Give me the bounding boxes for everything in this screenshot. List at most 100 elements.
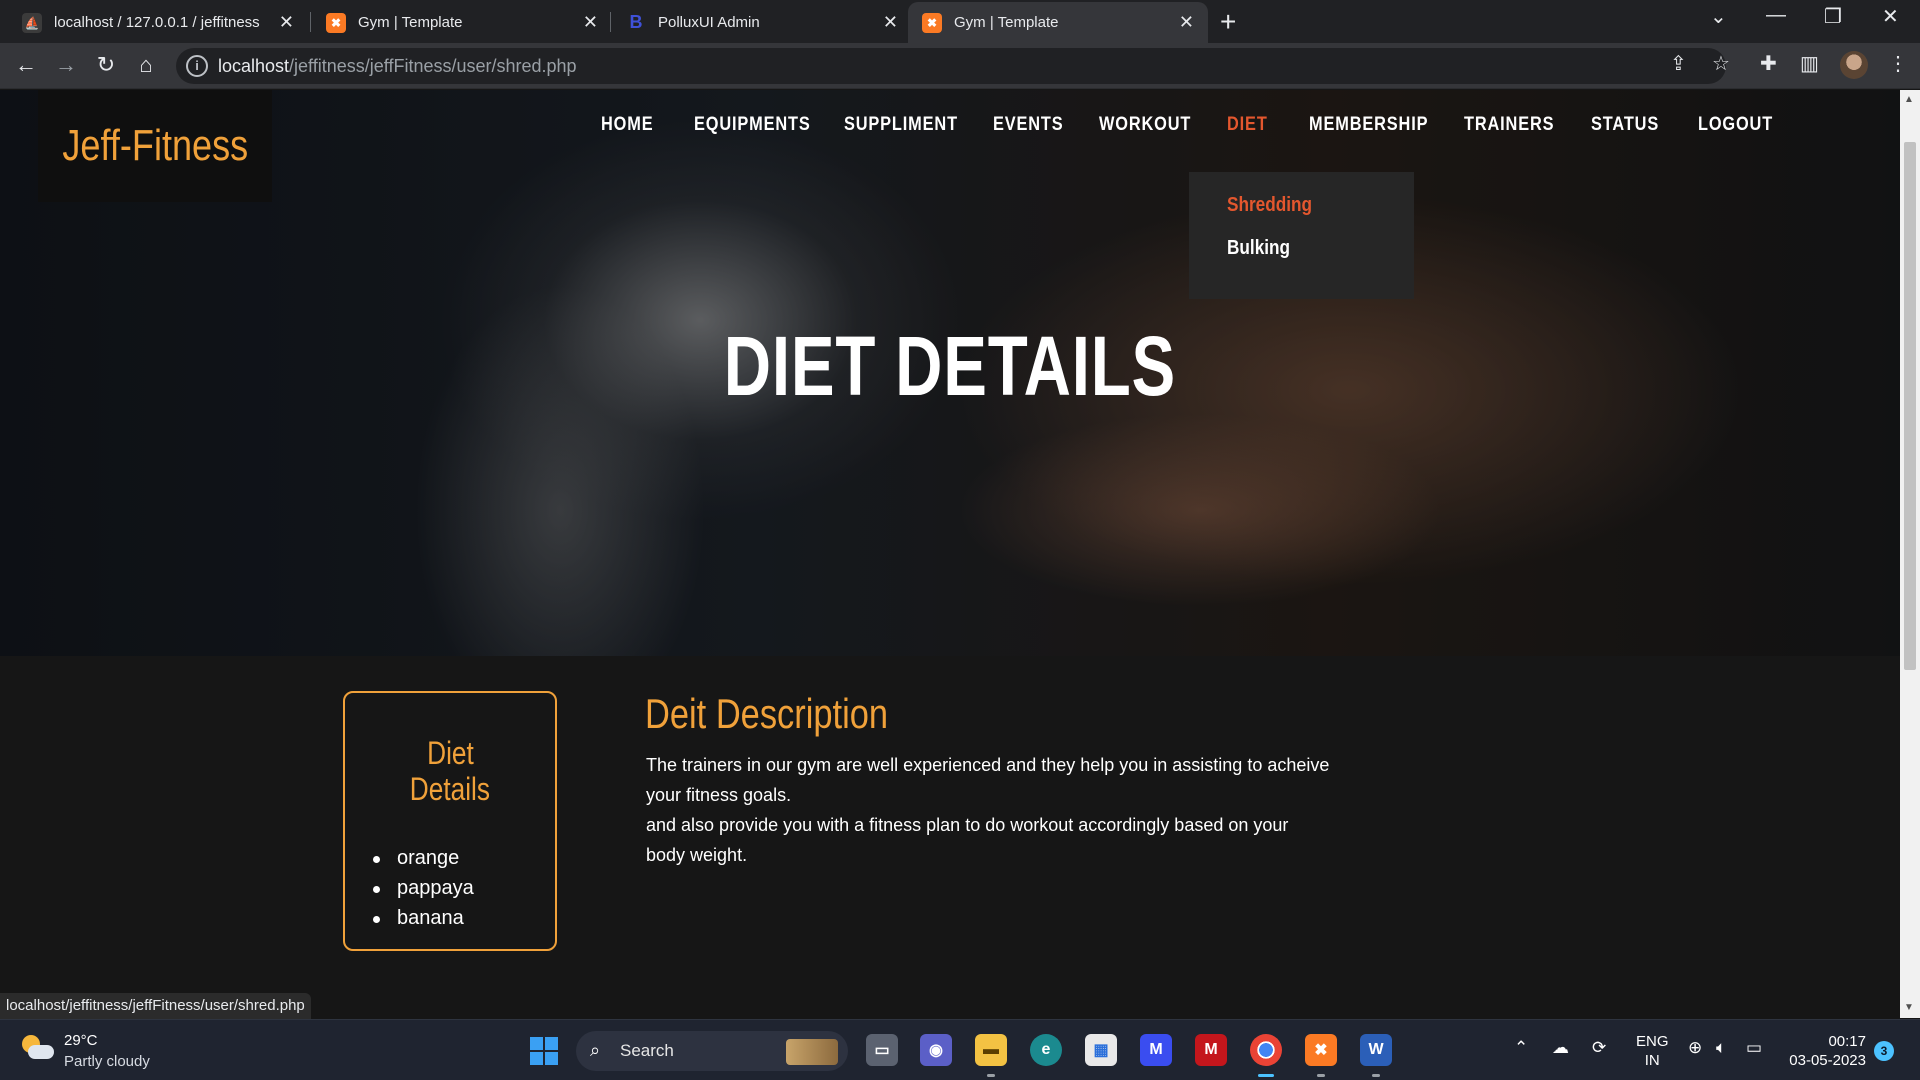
tab-phpmyadmin[interactable]: ⛵ localhost / 127.0.0.1 / jeffitness ✕ (8, 2, 308, 43)
clock-time: 00:17 (1828, 1033, 1866, 1050)
diet-items-list: orange pappaya banana (373, 847, 474, 937)
active-indicator (1258, 1074, 1274, 1077)
page-scrollbar[interactable]: ▲ ▼ (1900, 90, 1920, 1018)
tab-separator (310, 12, 311, 32)
nav-status[interactable]: STATUS (1591, 114, 1659, 136)
windows-start-icon[interactable] (530, 1037, 558, 1065)
file-explorer-icon[interactable]: ▬ (975, 1034, 1007, 1066)
address-bar[interactable]: i localhost/jeffitness/jeffFitness/user/… (176, 48, 1726, 84)
back-icon[interactable]: ← (12, 51, 40, 79)
mcafee-icon[interactable]: M (1195, 1034, 1227, 1066)
site-logo[interactable]: Jeff-Fitness (38, 90, 272, 202)
nav-trainers[interactable]: TRAINERS (1464, 114, 1554, 136)
link-status-bubble: localhost/jeffitness/jeffFitness/user/sh… (0, 993, 311, 1019)
task-view-icon[interactable]: ▭ (866, 1034, 898, 1066)
page-viewport: Jeff-Fitness HOME EQUIPMENTS SUPPLIMENT … (0, 90, 1900, 1018)
system-clock[interactable]: 00:17 03-05-2023 (1786, 1032, 1866, 1070)
reload-icon[interactable]: ↻ (92, 51, 120, 79)
dropdown-item-shredding[interactable]: Shredding (1227, 194, 1312, 217)
list-item: orange (373, 847, 474, 877)
editor-app-icon[interactable]: M (1140, 1034, 1172, 1066)
description-body: The trainers in our gym are well experie… (646, 750, 1346, 870)
volume-icon[interactable]: 🔈︎ (1716, 1038, 1726, 1058)
tab-title: PolluxUI Admin (658, 14, 760, 31)
close-icon[interactable]: ✕ (883, 12, 898, 33)
search-icon: ⌕ (590, 1040, 601, 1060)
window-close-icon[interactable]: ✕ (1882, 4, 1899, 29)
tab-gym-template[interactable]: ✖ Gym | Template ✕ (312, 2, 612, 43)
scrollbar-thumb[interactable] (1904, 142, 1916, 670)
close-icon[interactable]: ✕ (279, 12, 294, 33)
nav-suppliment[interactable]: SUPPLIMENT (844, 114, 958, 136)
partly-cloudy-icon[interactable] (22, 1033, 54, 1065)
menu-kebab-icon[interactable]: ⋮ (1888, 51, 1908, 76)
tab-polluxui-admin[interactable]: B PolluxUI Admin ✕ (612, 2, 912, 43)
page-title-text: DIET DETAILS (723, 319, 1177, 413)
weather-temperature[interactable]: 29°C (64, 1032, 98, 1049)
tab-title: Gym | Template (954, 14, 1059, 31)
battery-icon[interactable]: ▭ (1746, 1038, 1762, 1058)
tab-search-icon[interactable]: ⌄ (1710, 4, 1727, 29)
logo-text: Jeff-Fitness (62, 121, 248, 170)
nav-membership[interactable]: MEMBERSHIP (1309, 114, 1428, 136)
taskbar-search[interactable]: ⌕ Search (576, 1031, 848, 1071)
scroll-down-icon[interactable]: ▼ (1904, 1002, 1914, 1013)
scroll-up-icon[interactable]: ▲ (1904, 94, 1914, 105)
dropdown-item-bulking[interactable]: Bulking (1227, 237, 1290, 260)
teams-chat-icon[interactable]: ◉ (920, 1034, 952, 1066)
bookmark-star-icon[interactable]: ☆ (1712, 51, 1730, 76)
card-title-line2: Details (409, 771, 491, 807)
description-line: The trainers in our gym are well experie… (646, 755, 1330, 775)
tab-separator (610, 12, 611, 32)
nav-diet[interactable]: DIET (1227, 114, 1268, 136)
list-item: pappaya (373, 877, 474, 907)
description-line: your fitness goals. (646, 785, 792, 805)
profile-avatar[interactable] (1840, 51, 1868, 79)
minimize-icon[interactable]: — (1766, 4, 1786, 27)
close-icon[interactable]: ✕ (583, 12, 598, 33)
running-indicator (987, 1074, 995, 1077)
address-url[interactable]: localhost/jeffitness/jeffFitness/user/sh… (218, 56, 577, 77)
onedrive-error-icon[interactable]: ☁ (1552, 1038, 1569, 1058)
extensions-icon[interactable]: ✚ (1760, 51, 1777, 76)
running-indicator (1317, 1074, 1325, 1077)
nav-home[interactable]: HOME (601, 114, 653, 136)
browser-toolbar: ← → ↻ ⌂ i localhost/jeffitness/jeffFitne… (0, 43, 1920, 89)
share-icon[interactable]: ⇪ (1670, 51, 1687, 76)
description-title: Deit Description (645, 690, 889, 737)
new-tab-button[interactable]: + (1220, 6, 1236, 38)
network-globe-icon[interactable]: ⊕ (1688, 1038, 1702, 1058)
word-icon[interactable]: W (1360, 1034, 1392, 1066)
sync-icon[interactable]: ⟳ (1592, 1038, 1606, 1058)
close-icon[interactable]: ✕ (1179, 12, 1194, 33)
language-indicator[interactable]: ENG IN (1636, 1032, 1669, 1070)
nav-workout[interactable]: WORKOUT (1099, 114, 1191, 136)
xampp-icon: ✖ (326, 12, 346, 33)
lang-line2: IN (1644, 1052, 1660, 1069)
tab-gym-template-active[interactable]: ✖ Gym | Template ✕ (908, 2, 1208, 43)
tab-title: localhost / 127.0.0.1 / jeffitness (54, 14, 260, 31)
nav-logout[interactable]: LOGOUT (1698, 114, 1773, 136)
url-path: /jeffitness/jeffFitness/user/shred.php (289, 56, 577, 76)
nav-equipments[interactable]: EQUIPMENTS (694, 114, 811, 136)
notification-badge[interactable]: 3 (1874, 1041, 1894, 1061)
microsoft-store-icon[interactable]: ▦ (1085, 1034, 1117, 1066)
site-info-icon[interactable]: i (186, 55, 208, 77)
weather-condition[interactable]: Partly cloudy (64, 1053, 150, 1070)
restore-icon[interactable]: ❐ (1824, 4, 1842, 29)
diet-details-card: Diet Details orange pappaya banana (343, 691, 557, 951)
running-indicator (1372, 1074, 1380, 1077)
home-icon[interactable]: ⌂ (132, 51, 160, 79)
description-line: and also provide you with a fitness plan… (646, 815, 1289, 835)
chevron-up-icon[interactable]: ⌃ (1514, 1038, 1528, 1058)
side-panel-icon[interactable]: ▥ (1800, 51, 1819, 76)
browser-tab-bar: ⛵ localhost / 127.0.0.1 / jeffitness ✕ ✖… (0, 0, 1920, 43)
chrome-icon[interactable] (1250, 1034, 1282, 1066)
tab-title: Gym | Template (358, 14, 463, 31)
card-title: Diet Details (345, 735, 555, 807)
xampp-icon[interactable]: ✖ (1305, 1034, 1337, 1066)
search-label: Search (620, 1041, 674, 1060)
nav-events[interactable]: EVENTS (993, 114, 1064, 136)
edge-icon[interactable]: e (1030, 1034, 1062, 1066)
forward-icon[interactable]: → (52, 51, 80, 79)
